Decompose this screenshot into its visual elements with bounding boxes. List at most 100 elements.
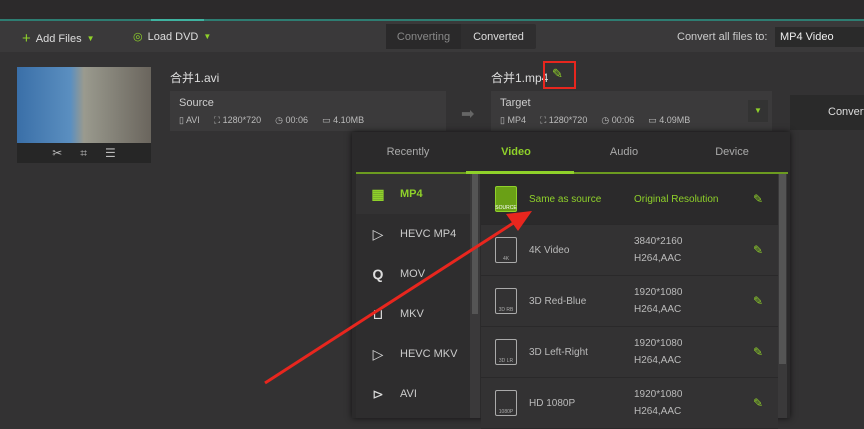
edit-icon[interactable]: ✎ — [753, 192, 763, 206]
disc-icon: ◎ — [133, 31, 143, 43]
source-panel: Source ▯ AVI ⛶ 1280*720 ◷ 00:06 ▭ 4.10MB — [170, 91, 446, 131]
chevron-down-icon: ▼ — [86, 34, 95, 43]
preset-name: Same as source — [529, 193, 602, 205]
video-thumbnail[interactable] — [17, 67, 151, 143]
format-label: MOV — [400, 268, 426, 280]
mkv-icon: ⊔ — [372, 305, 384, 322]
tab-recently[interactable]: Recently — [358, 146, 458, 158]
load-dvd-label: Load DVD — [147, 30, 199, 43]
scrollbar-thumb[interactable] — [472, 174, 478, 314]
target-format: MP4 — [507, 115, 526, 125]
tab-converting[interactable]: Converting — [386, 24, 461, 49]
preset-resolution: 1920*1080 — [634, 287, 683, 298]
format-item-avi[interactable]: ⊳ AVI — [356, 374, 470, 414]
preset-resolution: Original Resolution — [634, 193, 719, 205]
file-video-icon: 3D LR — [495, 339, 517, 365]
format-label: HEVC MKV — [400, 348, 458, 360]
preset-same-as-source[interactable]: SOURCE Same as source Original Resolution ✎ — [481, 174, 778, 225]
preset-badge: 1080P — [498, 409, 514, 415]
source-label: Source — [179, 97, 214, 109]
convert-all-select[interactable]: MP4 Video — [775, 27, 864, 47]
file-video-icon: 4K — [495, 237, 517, 263]
hevc-icon: ▷ — [372, 225, 384, 242]
preset-badge: 4K — [502, 256, 510, 262]
folder-icon: ▭ 4.10MB — [322, 115, 365, 125]
format-item-mov[interactable]: Q MOV — [356, 254, 470, 294]
chevron-down-icon: ▼ — [203, 32, 212, 41]
edit-icon[interactable]: ✎ — [753, 294, 763, 308]
preset-name: 3D Red-Blue — [529, 295, 587, 307]
arrow-right-icon: ➡ — [461, 106, 475, 123]
add-files-button[interactable]: + Add Files ▼ — [22, 30, 95, 47]
file-video-icon: 1080P — [495, 390, 517, 416]
target-resolution: 1280*720 — [548, 115, 588, 125]
edit-icon[interactable]: ✎ — [753, 345, 763, 359]
hevc-icon: ▷ — [372, 345, 384, 362]
preset-badge: SOURCE — [495, 205, 517, 211]
format-label: HEVC MP4 — [400, 228, 457, 240]
preset-name: 4K Video — [529, 244, 570, 256]
preset-resolution: 1920*1080 — [634, 338, 683, 349]
settings-sliders-icon[interactable]: ☰ — [105, 146, 116, 160]
preset-3d-red-blue[interactable]: 3D RB 3D Red-Blue 1920*1080 H264,AAC ✎ — [481, 276, 778, 327]
format-icon: ▯ MP4 — [500, 115, 526, 125]
preset-3d-left-right[interactable]: 3D LR 3D Left-Right 1920*1080 H264,AAC ✎ — [481, 327, 778, 378]
preset-badge: 3D LR — [498, 358, 514, 364]
source-resolution: 1280*720 — [222, 115, 262, 125]
crop-icon[interactable]: ⌗ — [80, 146, 87, 161]
quicktime-icon: Q — [372, 266, 384, 282]
format-item-hevc-mp4[interactable]: ▷ HEVC MP4 — [356, 214, 470, 254]
preset-codec: H264,AAC — [634, 355, 682, 366]
preset-codec: H264,AAC — [634, 406, 682, 417]
format-item-hevc-mkv[interactable]: ▷ HEVC MKV — [356, 334, 470, 374]
plus-icon: + — [22, 30, 31, 47]
preset-badge: 3D RB — [498, 307, 514, 313]
film-icon: ▦ — [371, 185, 385, 202]
format-item-mkv[interactable]: ⊔ MKV — [356, 294, 470, 334]
clock-icon: ◷ 00:06 — [275, 115, 309, 125]
view-tabs: Converting Converted — [386, 24, 536, 49]
file-video-icon: 3D RB — [495, 288, 517, 314]
clock-icon: ◷ 00:06 — [601, 115, 635, 125]
source-format: AVI — [185, 115, 200, 125]
edit-icon[interactable]: ✎ — [753, 396, 763, 410]
scrollbar-thumb[interactable] — [779, 174, 786, 364]
title-bar — [0, 0, 864, 20]
format-label: MKV — [400, 308, 424, 320]
preset-4k-video[interactable]: 4K 4K Video 3840*2160 H264,AAC ✎ — [481, 225, 778, 276]
folder-icon: ▭ 4.09MB — [648, 115, 691, 125]
play-circle-icon: ⊳ — [372, 385, 384, 402]
annotation-highlight-box — [543, 61, 576, 89]
format-dropdown: Recently Video Audio Device ▦ MP4 ▷ HEVC M… — [352, 132, 790, 429]
load-dvd-button[interactable]: ◎ Load DVD ▼ — [133, 30, 212, 44]
scissors-icon[interactable]: ✂ — [52, 146, 62, 160]
tab-video[interactable]: Video — [466, 146, 566, 158]
tab-audio[interactable]: Audio — [574, 146, 674, 158]
target-dropdown-button[interactable]: ▼ — [748, 100, 768, 122]
edit-icon[interactable]: ✎ — [753, 243, 763, 257]
resolution-icon: ⛶ 1280*720 — [539, 115, 588, 125]
thumbnail-tools: ✂ ⌗ ☰ — [17, 143, 151, 163]
target-duration: 00:06 — [611, 115, 635, 125]
file-video-icon: SOURCE — [495, 186, 517, 212]
source-size: 4.10MB — [333, 115, 365, 125]
format-list: ▦ MP4 ▷ HEVC MP4 Q MOV ⊔ MKV ▷ HEVC MKV ⊳ AVI — [356, 174, 470, 418]
format-icon: ▯ AVI — [179, 115, 200, 125]
convert-button[interactable]: Convert — [790, 95, 864, 130]
resolution-icon: ⛶ 1280*720 — [213, 115, 262, 125]
tab-device[interactable]: Device — [682, 146, 782, 158]
preset-resolution: 3840*2160 — [634, 236, 683, 247]
format-label: MP4 — [400, 188, 423, 200]
add-files-label: Add Files — [35, 32, 82, 45]
preset-name: HD 1080P — [529, 397, 576, 409]
preset-name: 3D Left-Right — [529, 346, 588, 358]
tab-converted[interactable]: Converted — [461, 24, 536, 49]
target-filename: 合并1.mp4 — [491, 71, 549, 85]
preset-list: SOURCE Same as source Original Resolution ✎… — [481, 174, 778, 429]
preset-hd-1080p[interactable]: 1080P HD 1080P 1920*1080 H264,AAC ✎ — [481, 378, 778, 429]
source-filename: 合并1.avi — [170, 71, 220, 85]
target-label: Target — [500, 97, 531, 109]
preset-codec: H264,AAC — [634, 253, 682, 264]
target-panel[interactable]: Target ▯ MP4 ⛶ 1280*720 ◷ 00:06 ▭ 4.09MB… — [491, 91, 772, 131]
format-item-mp4[interactable]: ▦ MP4 — [356, 174, 470, 214]
